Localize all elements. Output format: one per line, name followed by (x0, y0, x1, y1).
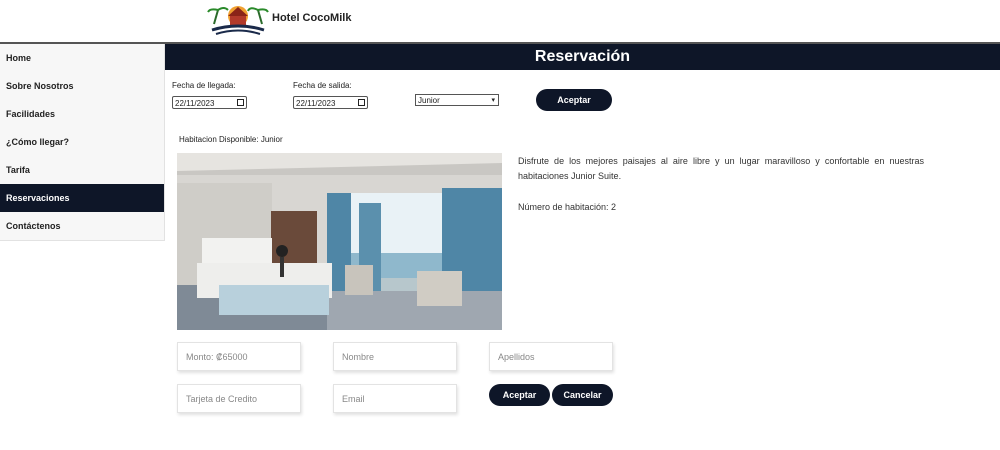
brand-name: Hotel CocoMilk (272, 12, 352, 24)
arrival-date-value: 22/11/2023 (175, 99, 215, 108)
departure-label: Fecha de salida: (293, 81, 352, 90)
amount-field[interactable]: Monto: ₡65000 (177, 342, 301, 371)
form-cancel-button[interactable]: Cancelar (552, 384, 613, 406)
calendar-icon[interactable] (237, 99, 244, 106)
arrival-label: Fecha de llegada: (172, 81, 236, 90)
email-field[interactable]: Email (333, 384, 457, 413)
availability-text: Habitacion Disponible: Junior (179, 135, 283, 144)
room-type-select[interactable]: Junior ▾ (415, 94, 499, 106)
departure-date-value: 22/11/2023 (296, 99, 336, 108)
page-title: Reservación (165, 44, 1000, 70)
departure-date-input[interactable]: 22/11/2023 (293, 96, 368, 109)
sidebar-item-home[interactable]: Home (0, 44, 164, 72)
credit-card-field[interactable]: Tarjeta de Credito (177, 384, 301, 413)
room-type-value: Junior (418, 96, 440, 105)
sidebar-item-reservations[interactable]: Reservaciones (0, 184, 164, 212)
room-description: Disfrute de los mejores paisajes al aire… (518, 156, 924, 181)
arrival-date-input[interactable]: 22/11/2023 (172, 96, 247, 109)
search-accept-button[interactable]: Aceptar (536, 89, 612, 111)
sidebar-item-rates[interactable]: Tarifa (0, 156, 164, 184)
form-accept-button[interactable]: Aceptar (489, 384, 550, 406)
sidebar: Home Sobre Nosotros Facilidades ¿Cómo ll… (0, 44, 165, 241)
sidebar-item-facilities[interactable]: Facilidades (0, 100, 164, 128)
hotel-logo-icon (207, 6, 269, 35)
lastname-field[interactable]: Apellidos (489, 342, 613, 371)
room-number: Número de habitación: 2 (518, 202, 617, 212)
chevron-down-icon: ▾ (491, 97, 495, 104)
sidebar-item-directions[interactable]: ¿Cómo llegar? (0, 128, 164, 156)
sidebar-item-about[interactable]: Sobre Nosotros (0, 72, 164, 100)
name-field[interactable]: Nombre (333, 342, 457, 371)
sidebar-item-contact[interactable]: Contáctenos (0, 212, 164, 240)
header: Hotel CocoMilk (0, 0, 1000, 44)
calendar-icon[interactable] (358, 99, 365, 106)
room-photo (177, 153, 502, 330)
